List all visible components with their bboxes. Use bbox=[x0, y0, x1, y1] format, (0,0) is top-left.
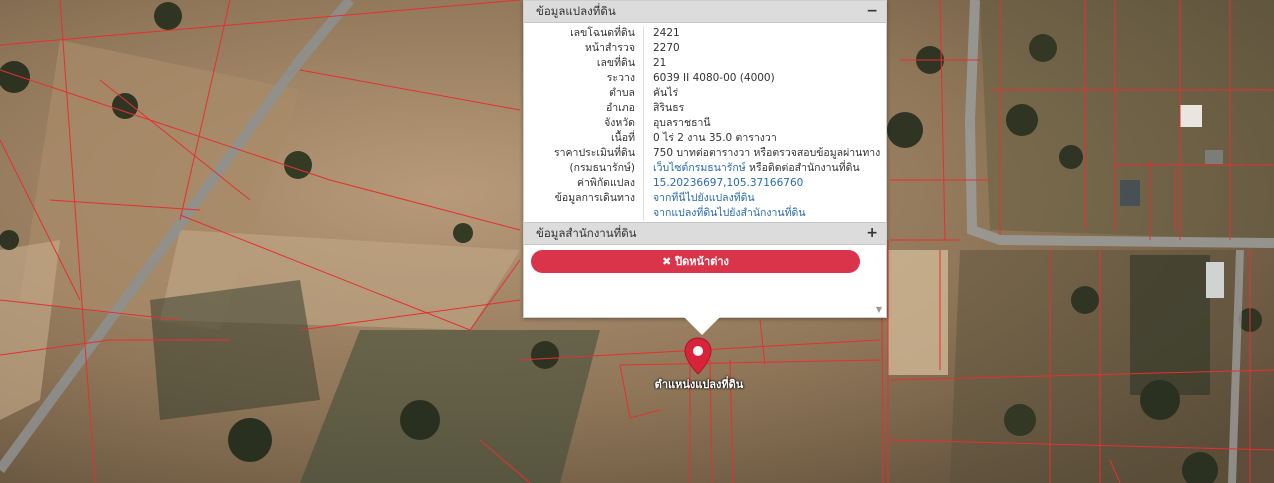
row-subdistrict: ตำบล คันไร่ bbox=[524, 86, 886, 101]
row-label: อำเภอ bbox=[524, 101, 644, 116]
directions-to-office-link[interactable]: จากแปลงที่ดินไปยังสำนักงานที่ดิน bbox=[653, 206, 806, 221]
row-value: 0 ไร่ 2 งาน 35.0 ตารางวา bbox=[653, 132, 777, 144]
row-value: 2270 bbox=[653, 42, 680, 54]
marker-label: ตำแหน่งแปลงที่ดิน bbox=[654, 378, 744, 391]
treasury-website-link[interactable]: เว็บไซต์กรมธนารักษ์ bbox=[653, 162, 746, 174]
price-label-line2: (กรมธนารักษ์) bbox=[569, 162, 635, 174]
parcel-info-header[interactable]: ข้อมูลแปลงที่ดิน − bbox=[524, 1, 886, 23]
row-value: คันไร่ bbox=[653, 87, 679, 99]
row-label: เนื้อที่ bbox=[524, 131, 644, 146]
row-label: หน้าสำรวจ bbox=[524, 41, 644, 56]
land-office-header[interactable]: ข้อมูลสำนักงานที่ดิน + bbox=[524, 222, 886, 245]
row-survey-page: หน้าสำรวจ 2270 bbox=[524, 41, 886, 56]
row-deed-number: เลขโฉนดที่ดิน 2421 bbox=[524, 26, 886, 41]
row-value: 21 bbox=[653, 57, 667, 69]
scroll-down-icon[interactable]: ▼ bbox=[876, 305, 882, 314]
parcel-info-title: ข้อมูลแปลงที่ดิน bbox=[536, 4, 616, 18]
directions-to-parcel-link[interactable]: จากที่นี่ไปยังแปลงที่ดิน bbox=[653, 191, 806, 206]
row-value: 6039 II 4080-00 (4000) bbox=[653, 72, 775, 84]
row-label: ค่าพิกัดแปลง bbox=[524, 176, 644, 191]
price-contact-text: หรือติดต่อสำนักงานที่ดิน bbox=[745, 162, 860, 174]
row-province: จังหวัด อุบลราชธานี bbox=[524, 116, 886, 131]
row-area: เนื้อที่ 0 ไร่ 2 งาน 35.0 ตารางวา bbox=[524, 131, 886, 146]
row-appraised-price: ราคาประเมินที่ดิน (กรมธนารักษ์) 750 บาทต… bbox=[524, 146, 886, 176]
land-office-title: ข้อมูลสำนักงานที่ดิน bbox=[536, 226, 637, 240]
parcel-info-popup: ข้อมูลแปลงที่ดิน − เลขโฉนดที่ดิน 2421 หน้… bbox=[523, 0, 887, 335]
row-value: 2421 bbox=[653, 27, 680, 39]
row-value: จากที่นี่ไปยังแปลงที่ดิน จากแปลงที่ดินไป… bbox=[644, 191, 806, 221]
parcel-info-table: เลขโฉนดที่ดิน 2421 หน้าสำรวจ 2270 เลขที่ดิ… bbox=[524, 23, 886, 221]
row-value: สิรินธร bbox=[653, 102, 685, 114]
row-label: เลขที่ดิน bbox=[524, 56, 644, 71]
collapse-icon[interactable]: − bbox=[866, 1, 878, 22]
row-coordinates: ค่าพิกัดแปลง 15.20236697,105.37166760 bbox=[524, 176, 886, 191]
price-value: 750 บาทต่อตารางวา หรือตรวจสอบข้อมูลผ่านท… bbox=[653, 147, 881, 159]
close-window-button[interactable]: ✖ ปิดหน้าต่าง bbox=[531, 250, 860, 273]
row-label: ราคาประเมินที่ดิน (กรมธนารักษ์) bbox=[524, 146, 644, 176]
row-district: อำเภอ สิรินธร bbox=[524, 101, 886, 116]
row-label: จังหวัด bbox=[524, 116, 644, 131]
coordinates-link[interactable]: 15.20236697,105.37166760 bbox=[644, 176, 803, 191]
price-value-line2: เว็บไซต์กรมธนารักษ์ หรือติดต่อสำนักงานที… bbox=[653, 161, 880, 176]
row-label: ตำบล bbox=[524, 86, 644, 101]
row-label: ข้อมูลการเดินทาง bbox=[524, 191, 644, 221]
expand-icon[interactable]: + bbox=[866, 223, 878, 244]
location-pin-icon[interactable] bbox=[683, 336, 713, 380]
row-map-sheet: ระวาง 6039 II 4080-00 (4000) bbox=[524, 71, 886, 86]
row-land-number: เลขที่ดิน 21 bbox=[524, 56, 886, 71]
price-label-line1: ราคาประเมินที่ดิน bbox=[553, 147, 635, 159]
row-value: อุบลราชธานี bbox=[653, 117, 711, 129]
row-label: ระวาง bbox=[524, 71, 644, 86]
row-directions: ข้อมูลการเดินทาง จากที่นี่ไปยังแปลงที่ดิ… bbox=[524, 191, 886, 221]
row-value: 750 บาทต่อตารางวา หรือตรวจสอบข้อมูลผ่านท… bbox=[644, 146, 880, 176]
row-label: เลขโฉนดที่ดิน bbox=[524, 26, 644, 41]
